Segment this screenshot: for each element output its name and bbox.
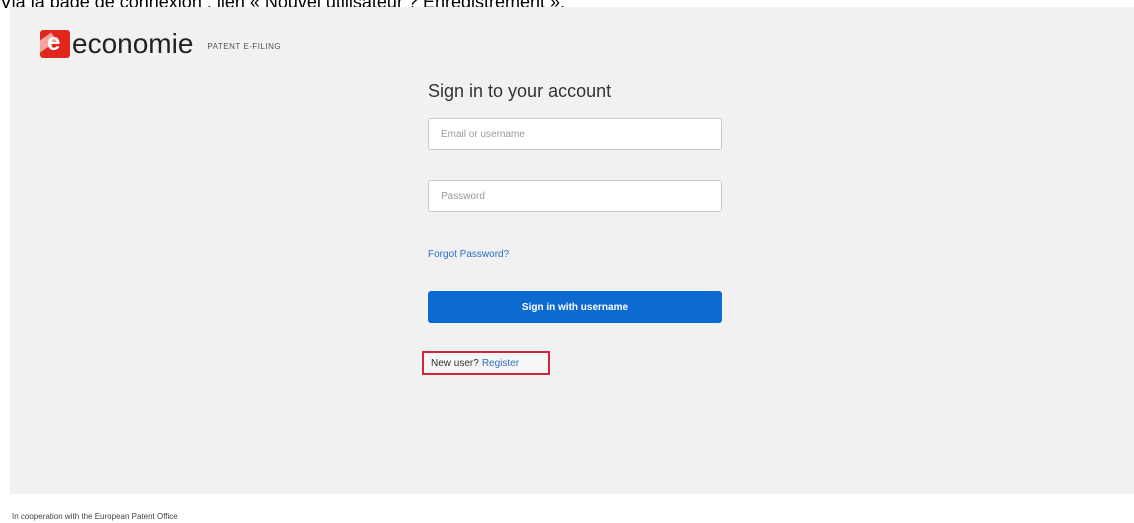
economie-logo-icon: e — [40, 30, 70, 58]
new-user-label: New user? — [431, 357, 479, 369]
logo-subtitle: PATENT E-FILING — [207, 41, 282, 51]
economie-logo: e economie PATENT E-FILING — [40, 27, 281, 61]
sign-in-button[interactable]: Sign in with username — [428, 291, 722, 323]
email-username-input[interactable] — [428, 118, 722, 150]
register-link[interactable]: Register — [482, 358, 519, 369]
login-panel: e economie PATENT E-FILING Sign in to yo… — [10, 7, 1134, 494]
forgot-password-link[interactable]: Forgot Password? — [428, 249, 509, 260]
footer-text: In cooperation with the European Patent … — [12, 512, 178, 521]
page-title: Sign in to your account — [428, 81, 612, 101]
password-input[interactable] — [428, 180, 722, 212]
logo-text: economie — [72, 28, 194, 59]
register-highlight-box: New user? Register — [422, 351, 550, 375]
